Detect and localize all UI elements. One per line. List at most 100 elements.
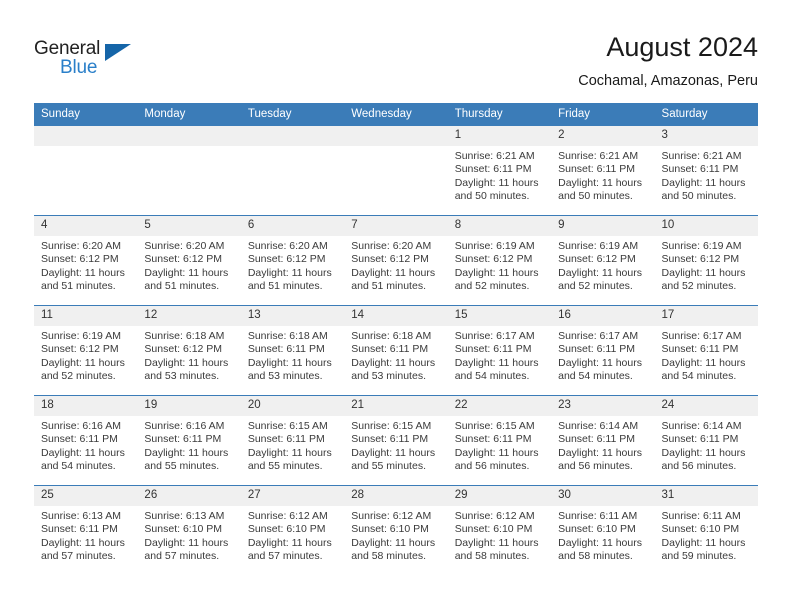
day-info-sunrise: Sunrise: 6:14 AM [661,420,742,432]
day-info-sunrise: Sunrise: 6:17 AM [558,330,639,342]
day-number: 13 [240,306,345,326]
calendar-day-cell[interactable]: 9 Sunrise: 6:19 AM Sunset: 6:12 PM Daylight… [551,215,655,306]
weekday-header-monday: Monday [137,103,241,126]
calendar-body: 1 Sunrise: 6:21 AM Sunset: 6:11 PM Daylight… [34,125,758,575]
day-info-daylight1: Daylight: 11 hours [454,446,539,459]
day-info-sunrise: Sunrise: 6:15 AM [247,420,328,432]
calendar-day-cell[interactable]: 27 Sunrise: 6:12 AM Sunset: 6:10 PM Dayligh… [240,485,345,575]
calendar-day-cell[interactable]: 12 Sunrise: 6:18 AM Sunset: 6:12 PM Dayligh… [137,305,241,396]
calendar-day-cell[interactable]: 16 Sunrise: 6:17 AM Sunset: 6:11 PM Dayligh… [551,305,655,396]
day-info-sunset: Sunset: 6:11 PM [661,343,739,356]
day-number: 27 [240,486,345,506]
day-info-daylight1: Daylight: 11 hours [144,536,229,549]
day-info-sunrise: Sunrise: 6:15 AM [454,420,535,432]
day-info-daylight2: and 51 minutes. [247,280,323,293]
day-number: 19 [137,396,241,416]
day-info-daylight2: and 52 minutes. [454,280,530,293]
calendar-day-cell[interactable]: 14 Sunrise: 6:18 AM Sunset: 6:11 PM Dayligh… [344,305,448,396]
calendar-day-cell[interactable]: 4 Sunrise: 6:20 AM Sunset: 6:12 PM Daylight… [34,215,138,306]
day-info-daylight1: Daylight: 11 hours [41,536,125,549]
calendar-day-cell[interactable]: 2 Sunrise: 6:21 AM Sunset: 6:11 PM Daylight… [551,125,655,216]
day-info-daylight1: Daylight: 11 hours [41,446,125,459]
day-info-sunrise: Sunrise: 6:11 AM [661,510,741,522]
day-info-sunrise: Sunrise: 6:18 AM [351,330,432,342]
day-info: Sunrise: 6:18 AM Sunset: 6:11 PM Daylight:… [241,326,344,384]
weekday-header-row: Sunday Monday Tuesday Wednesday Thursday… [34,103,758,126]
day-info-sunset: Sunset: 6:11 PM [247,343,325,356]
calendar-day-cell[interactable]: 10 Sunrise: 6:19 AM Sunset: 6:12 PM Dayligh… [654,215,758,306]
day-info-sunset: Sunset: 6:10 PM [247,523,326,536]
calendar-day-cell[interactable]: 21 Sunrise: 6:15 AM Sunset: 6:11 PM Dayligh… [344,395,448,486]
calendar-day-cell[interactable]: 24 Sunrise: 6:14 AM Sunset: 6:11 PM Dayligh… [654,395,758,486]
calendar-day-cell[interactable]: 5 Sunrise: 6:20 AM Sunset: 6:12 PM Daylight… [137,215,241,306]
calendar-day-cell[interactable]: 3 Sunrise: 6:21 AM Sunset: 6:11 PM Daylight… [654,125,758,216]
day-number: 31 [654,486,758,506]
day-info-daylight2: and 51 minutes. [144,280,220,293]
day-info-daylight1: Daylight: 11 hours [661,176,746,189]
day-info-daylight1: Daylight: 11 hours [454,536,539,549]
calendar-day-cell[interactable]: 22 Sunrise: 6:15 AM Sunset: 6:11 PM Dayligh… [447,395,552,486]
calendar-day-cell[interactable]: 26 Sunrise: 6:13 AM Sunset: 6:10 PM Dayligh… [137,485,241,575]
day-info-daylight1: Daylight: 11 hours [454,356,539,369]
calendar-day-cell[interactable]: 23 Sunrise: 6:14 AM Sunset: 6:11 PM Dayligh… [551,395,655,486]
day-info: Sunrise: 6:18 AM Sunset: 6:11 PM Daylight:… [344,326,447,384]
calendar-day-cell[interactable]: 6 Sunrise: 6:20 AM Sunset: 6:12 PM Daylight… [240,215,345,306]
day-info-daylight2: and 57 minutes. [144,550,220,563]
day-info-sunset: Sunset: 6:12 PM [144,343,223,356]
day-info-sunrise: Sunrise: 6:12 AM [247,510,328,522]
day-number: 12 [137,306,241,326]
day-number: 14 [344,306,448,326]
general-blue-logo[interactable]: General Blue [34,38,154,84]
calendar-page: General Blue August 2024 Cochamal, Amazo… [0,0,792,612]
day-info: Sunrise: 6:15 AM Sunset: 6:11 PM Daylight:… [344,416,447,474]
day-info-daylight2: and 58 minutes. [558,550,633,563]
calendar-day-cell[interactable]: 17 Sunrise: 6:17 AM Sunset: 6:11 PM Dayligh… [654,305,758,396]
day-info-sunset: Sunset: 6:12 PM [351,253,429,266]
calendar-day-cell[interactable]: 29 Sunrise: 6:12 AM Sunset: 6:10 PM Dayligh… [447,485,552,575]
day-info: Sunrise: 6:16 AM Sunset: 6:11 PM Daylight:… [137,416,240,474]
day-info-daylight1: Daylight: 11 hours [41,266,125,279]
day-info-sunrise: Sunrise: 6:11 AM [558,510,638,522]
day-info-sunrise: Sunrise: 6:17 AM [661,330,742,342]
calendar-day-cell-empty [137,125,241,216]
day-info: Sunrise: 6:13 AM Sunset: 6:10 PM Daylight:… [137,506,240,564]
day-info-daylight1: Daylight: 11 hours [661,536,746,549]
day-info-sunrise: Sunrise: 6:12 AM [351,510,432,522]
day-info-daylight2: and 51 minutes. [41,280,116,293]
calendar-day-cell[interactable]: 28 Sunrise: 6:12 AM Sunset: 6:10 PM Dayligh… [344,485,448,575]
day-info-daylight1: Daylight: 11 hours [558,266,642,279]
calendar-day-cell[interactable]: 8 Sunrise: 6:19 AM Sunset: 6:12 PM Daylight… [447,215,552,306]
day-info-sunset: Sunset: 6:12 PM [247,253,326,266]
calendar-day-cell[interactable]: 25 Sunrise: 6:13 AM Sunset: 6:11 PM Dayligh… [34,485,138,575]
calendar-day-cell[interactable]: 11 Sunrise: 6:19 AM Sunset: 6:12 PM Dayligh… [34,305,138,396]
day-info-sunset: Sunset: 6:11 PM [351,343,429,356]
day-info-sunrise: Sunrise: 6:16 AM [144,420,225,432]
calendar-day-cell[interactable]: 15 Sunrise: 6:17 AM Sunset: 6:11 PM Dayligh… [447,305,552,396]
day-info-daylight2: and 55 minutes. [351,460,426,473]
logo-text-blue: Blue [60,57,98,78]
page-title: August 2024 [606,32,758,62]
page-subtitle-location: Cochamal, Amazonas, Peru [578,73,758,89]
day-info-sunset: Sunset: 6:11 PM [41,433,118,446]
day-number: 28 [344,486,448,506]
day-info: Sunrise: 6:15 AM Sunset: 6:11 PM Daylight:… [448,416,551,474]
calendar-day-cell[interactable]: 31 Sunrise: 6:11 AM Sunset: 6:10 PM Dayligh… [654,485,758,575]
calendar-day-cell[interactable]: 1 Sunrise: 6:21 AM Sunset: 6:11 PM Daylight… [447,125,552,216]
calendar-day-cell[interactable]: 20 Sunrise: 6:15 AM Sunset: 6:11 PM Dayligh… [240,395,345,486]
calendar-day-cell[interactable]: 30 Sunrise: 6:11 AM Sunset: 6:10 PM Dayligh… [551,485,655,575]
day-info-daylight1: Daylight: 11 hours [247,446,332,459]
calendar-day-cell[interactable]: 18 Sunrise: 6:16 AM Sunset: 6:11 PM Dayligh… [34,395,138,486]
calendar-day-cell[interactable]: 7 Sunrise: 6:20 AM Sunset: 6:12 PM Daylight… [344,215,448,306]
day-info: Sunrise: 6:12 AM Sunset: 6:10 PM Daylight:… [448,506,551,564]
day-info-sunrise: Sunrise: 6:20 AM [144,240,225,252]
day-info: Sunrise: 6:17 AM Sunset: 6:11 PM Daylight:… [551,326,654,384]
day-info: Sunrise: 6:11 AM Sunset: 6:10 PM Daylight:… [551,506,654,564]
day-info-daylight2: and 58 minutes. [454,550,530,563]
weekday-header-wednesday: Wednesday [344,103,448,126]
day-info-sunset: Sunset: 6:11 PM [144,433,222,446]
calendar-day-cell[interactable]: 19 Sunrise: 6:16 AM Sunset: 6:11 PM Dayligh… [137,395,241,486]
day-info-sunrise: Sunrise: 6:21 AM [454,150,535,162]
calendar-day-cell[interactable]: 13 Sunrise: 6:18 AM Sunset: 6:11 PM Dayligh… [240,305,345,396]
day-info-daylight2: and 57 minutes. [41,550,116,563]
day-number [240,126,345,146]
